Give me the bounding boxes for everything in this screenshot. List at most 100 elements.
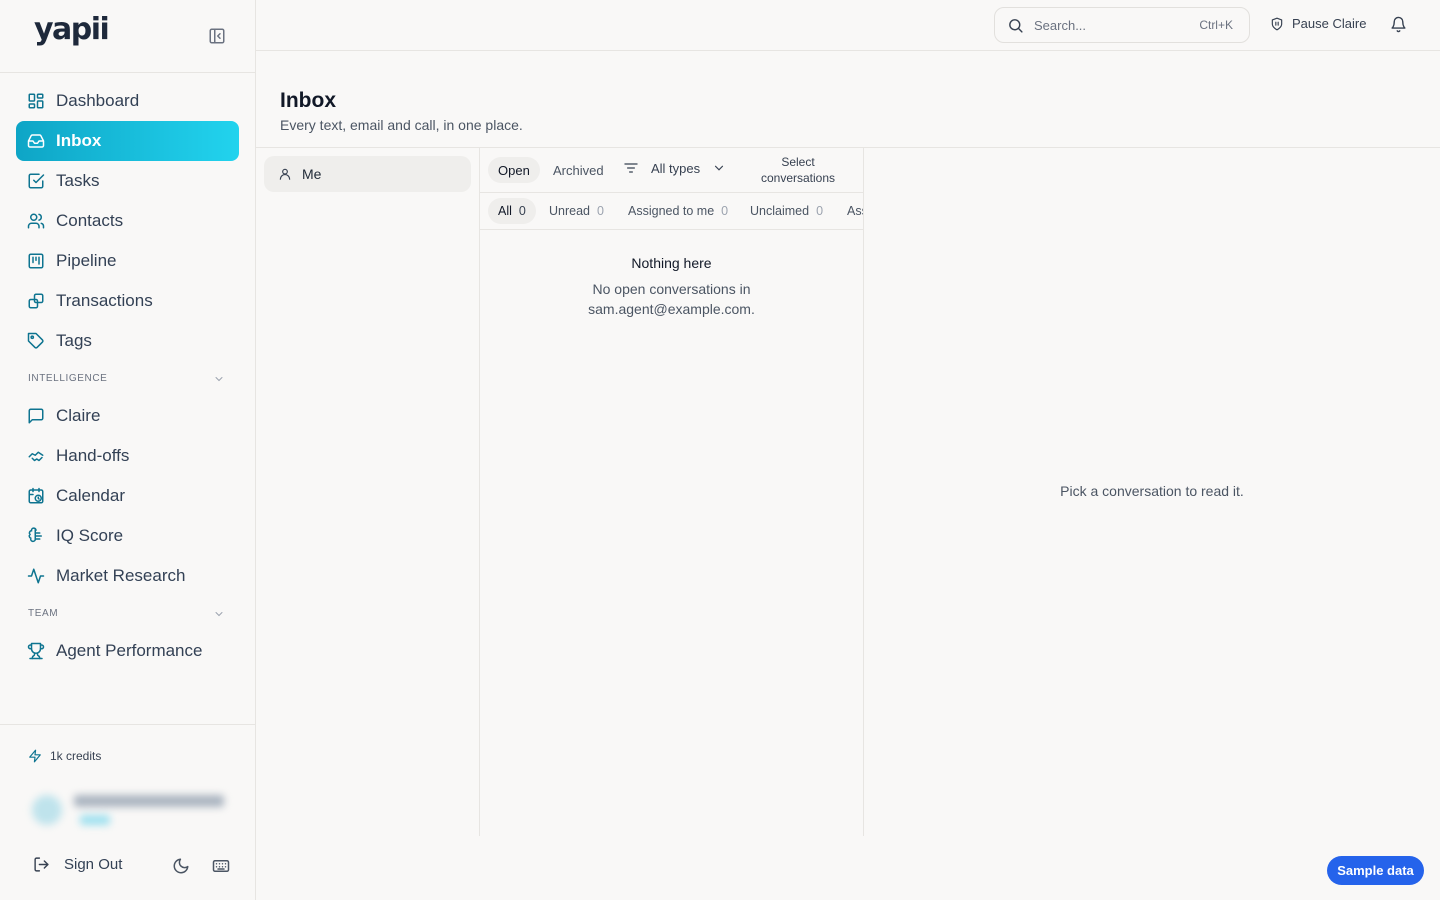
search-placeholder: Search... <box>1034 17 1087 33</box>
sidebar-nav: Dashboard Inbox Tasks Contacts Pipeline … <box>16 81 239 671</box>
tag-icon <box>27 332 45 350</box>
filter-assigned-to-me[interactable]: Assigned to me 0 <box>618 198 738 224</box>
sidebar-item-tasks[interactable]: Tasks <box>16 161 239 201</box>
sidebar-item-label: Pipeline <box>56 251 117 270</box>
sidebar-item-market-research[interactable]: Market Research <box>16 556 239 596</box>
sidebar-item-label: Dashboard <box>56 91 140 110</box>
pause-claire-label: Pause Claire <box>1292 16 1367 31</box>
sidebar-item-label: Transactions <box>56 291 153 310</box>
empty-state-line: sam.agent@example.com. <box>588 301 755 317</box>
tab-archived[interactable]: Archived <box>543 157 614 183</box>
logout-icon <box>33 856 50 873</box>
sidebar-item-label: Agent Performance <box>56 641 203 660</box>
sign-out-button[interactable]: Sign Out <box>33 856 122 873</box>
lightning-icon <box>28 749 42 763</box>
trophy-icon <box>27 642 45 660</box>
filter-label: Assigned to me <box>628 204 715 218</box>
sidebar: yapii Dashboard Inbox Tasks Contacts Pip… <box>0 0 256 900</box>
user-email-redacted <box>74 795 224 807</box>
sidebar-item-calendar[interactable]: Calendar <box>16 476 239 516</box>
sidebar-item-contacts[interactable]: Contacts <box>16 201 239 241</box>
filter-icon <box>623 160 639 176</box>
sign-out-label: Sign Out <box>64 856 123 873</box>
sidebar-footer: 1k credits Sign Out <box>0 724 255 900</box>
inbox-icon <box>27 132 45 150</box>
user-profile[interactable] <box>30 791 230 831</box>
mailbox-item-me[interactable]: Me <box>264 156 471 192</box>
sidebar-item-claire[interactable]: Claire <box>16 396 239 436</box>
shield-pause-icon <box>1270 17 1284 31</box>
sidebar-item-agent-performance[interactable]: Agent Performance <box>16 631 239 671</box>
filter-count: 0 <box>816 204 824 218</box>
transactions-icon <box>27 292 45 310</box>
filter-count: 0 <box>518 204 526 218</box>
type-filter-dropdown[interactable]: All types <box>623 160 726 176</box>
credits-badge[interactable]: 1k credits <box>28 749 101 763</box>
user-icon <box>278 167 292 181</box>
mailbox-label: Me <box>302 166 322 182</box>
bell-icon[interactable] <box>1390 16 1407 33</box>
collapse-sidebar-icon[interactable] <box>208 27 226 45</box>
page-title: Inbox <box>280 89 336 112</box>
calendar-icon <box>27 487 45 505</box>
activity-icon <box>27 567 45 585</box>
filter-label: Assigned to others <box>847 204 863 218</box>
sidebar-item-iq-score[interactable]: IQ Score <box>16 516 239 556</box>
filter-label: All <box>498 204 512 218</box>
filter-label: Unread <box>549 204 590 218</box>
keyboard-icon[interactable] <box>212 857 230 875</box>
tasks-icon <box>27 172 45 190</box>
filter-unread[interactable]: Unread 0 <box>539 198 614 224</box>
select-label-line1: Select <box>781 155 815 169</box>
brain-icon <box>27 527 45 545</box>
filter-assigned-to-others[interactable]: Assigned to others0 <box>837 198 863 224</box>
sidebar-item-label: Market Research <box>56 566 186 585</box>
chevron-down-icon[interactable] <box>213 608 225 620</box>
sidebar-item-label: Contacts <box>56 211 124 230</box>
pipeline-icon <box>27 252 45 270</box>
filter-all[interactable]: All 0 <box>488 198 536 224</box>
sidebar-item-inbox[interactable]: Inbox <box>16 121 239 161</box>
filter-count: 0 <box>597 204 604 218</box>
sample-data-button[interactable]: Sample data <box>1327 856 1424 885</box>
empty-state-title: Nothing here <box>631 255 712 271</box>
app-logo[interactable]: yapii <box>34 12 110 47</box>
sidebar-item-hand-offs[interactable]: Hand-offs <box>16 436 239 476</box>
filter-label: Unclaimed <box>750 204 810 218</box>
section-heading: INTELLIGENCE <box>28 373 108 384</box>
reader-placeholder: Pick a conversation to read it. <box>1060 483 1244 499</box>
avatar <box>32 795 62 825</box>
tab-open[interactable]: Open <box>488 157 540 183</box>
type-filter-label: All types <box>651 160 701 176</box>
section-heading: TEAM <box>28 608 59 619</box>
empty-state-line: No open conversations in <box>592 281 751 297</box>
moon-icon[interactable] <box>172 857 190 875</box>
sidebar-item-label: Calendar <box>56 486 125 505</box>
sidebar-item-label: Claire <box>56 406 101 425</box>
credits-label: 1k credits <box>50 749 102 763</box>
search-icon <box>1007 17 1024 34</box>
sidebar-item-label: Tags <box>56 331 92 350</box>
dashboard-icon <box>27 92 45 110</box>
pause-claire-button[interactable]: Pause Claire <box>1270 16 1366 31</box>
empty-state-message: No open conversations in sam.agent@examp… <box>480 279 863 319</box>
filter-count: 0 <box>721 204 729 218</box>
sidebar-item-label: Inbox <box>56 131 102 150</box>
search-input[interactable]: Search... Ctrl+K <box>994 7 1250 43</box>
sidebar-item-transactions[interactable]: Transactions <box>16 281 239 321</box>
section-intelligence[interactable]: INTELLIGENCE <box>16 361 239 396</box>
search-shortcut: Ctrl+K <box>1199 18 1233 32</box>
select-conversations-button[interactable]: Select conversations <box>748 154 848 186</box>
logo-row: yapii <box>0 0 255 73</box>
sidebar-item-pipeline[interactable]: Pipeline <box>16 241 239 281</box>
section-team[interactable]: TEAM <box>16 596 239 631</box>
chat-icon <box>27 407 45 425</box>
sidebar-item-tags[interactable]: Tags <box>16 321 239 361</box>
sidebar-item-label: Tasks <box>56 171 100 190</box>
chevron-down-icon <box>712 161 726 175</box>
sidebar-item-dashboard[interactable]: Dashboard <box>16 81 239 121</box>
contacts-icon <box>27 212 45 230</box>
status-toolbar: Open Archived All types Select conversat… <box>480 148 863 193</box>
chevron-down-icon[interactable] <box>213 373 225 385</box>
filter-unclaimed[interactable]: Unclaimed 0 <box>740 198 833 224</box>
